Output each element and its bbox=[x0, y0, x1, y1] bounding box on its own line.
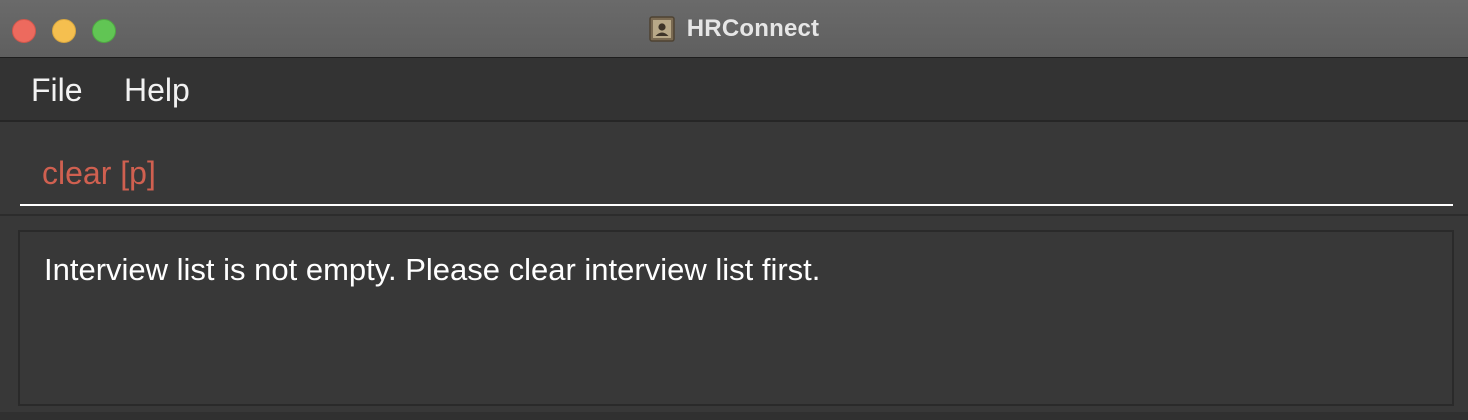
contact-card-icon bbox=[649, 16, 675, 42]
window-title-group: HRConnect bbox=[0, 14, 1468, 44]
result-display[interactable]: Interview list is not empty. Please clea… bbox=[18, 230, 1454, 406]
window-title: HRConnect bbox=[686, 15, 820, 42]
command-box-panel bbox=[0, 122, 1468, 216]
command-input[interactable] bbox=[20, 142, 1453, 206]
status-bar-edge bbox=[0, 412, 1468, 420]
menu-help[interactable]: Help bbox=[124, 70, 190, 110]
app-window: HRConnect File Help Interview list is no… bbox=[0, 0, 1468, 420]
title-bar[interactable]: HRConnect bbox=[0, 0, 1468, 58]
menu-bar: File Help bbox=[0, 58, 1468, 122]
menu-file[interactable]: File bbox=[31, 70, 83, 110]
result-message: Interview list is not empty. Please clea… bbox=[44, 252, 821, 287]
